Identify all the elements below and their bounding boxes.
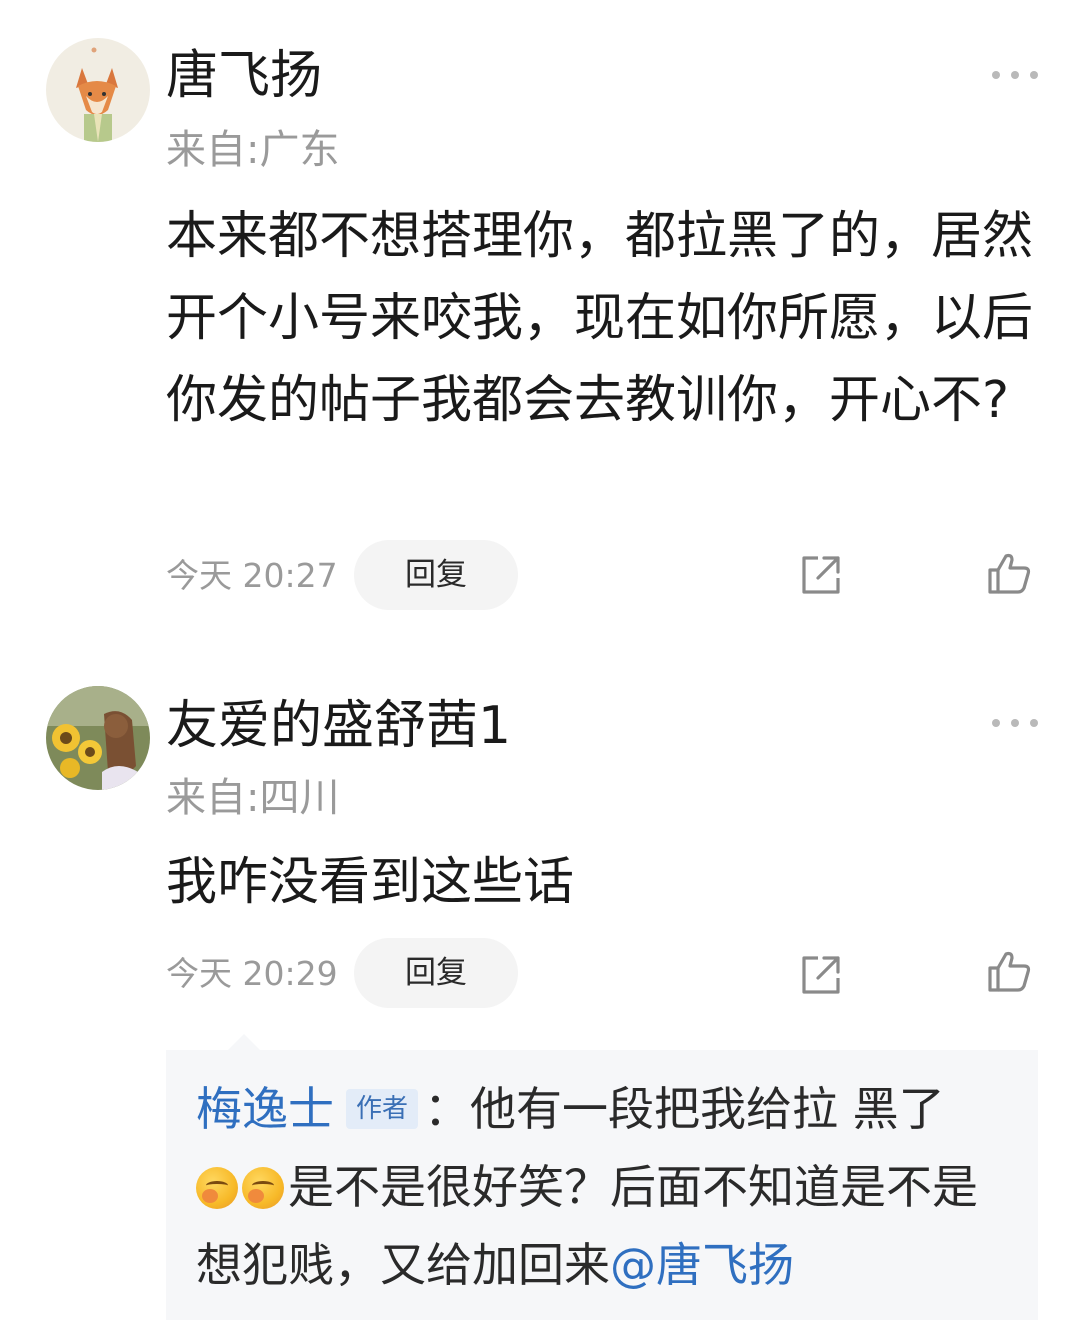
covering-mouth-laugh-emoji-icon xyxy=(242,1167,284,1209)
avatar[interactable] xyxy=(46,686,150,790)
mention-link[interactable]: @唐飞扬 xyxy=(610,1238,794,1292)
sub-reply-author[interactable]: 梅逸士 xyxy=(196,1082,334,1136)
quote-pointer xyxy=(228,1034,260,1050)
reply-button[interactable]: 回复 xyxy=(354,938,518,1008)
author-badge: 作者 xyxy=(346,1089,419,1129)
comment-text: 我咋没看到这些话 xyxy=(166,853,575,912)
sub-reply-text-before: 他有一段把我给拉 黑了 xyxy=(470,1082,945,1136)
sunflower-girl-avatar-image xyxy=(46,686,150,790)
sub-reply-text-after: 是不是很好笑？后面不知道是不是想犯贱，又给加回来 xyxy=(196,1160,978,1292)
share-icon[interactable] xyxy=(798,952,844,998)
reply-button[interactable]: 回复 xyxy=(354,540,518,610)
comment-item: 唐飞扬 来自:广东 本来都不想搭理你，都拉黑了的，居然开个小号来咬我，现在如你所… xyxy=(0,0,1084,640)
location-label: 来自:四川 xyxy=(166,775,340,821)
fox-avatar-image xyxy=(46,38,150,142)
username[interactable]: 唐飞扬 xyxy=(166,44,322,108)
timestamp: 今天 20:29 xyxy=(166,954,338,993)
like-icon[interactable] xyxy=(986,948,1032,994)
more-options-icon[interactable] xyxy=(992,70,1038,80)
covering-mouth-laugh-emoji-icon xyxy=(196,1167,238,1209)
more-options-icon[interactable] xyxy=(992,718,1038,728)
sub-reply-separator: ： xyxy=(424,1082,471,1136)
like-icon[interactable] xyxy=(986,550,1032,596)
location-label: 来自:广东 xyxy=(166,127,340,173)
username[interactable]: 友爱的盛舒茜1 xyxy=(166,694,511,758)
sub-reply: 梅逸士 作者 ：他有一段把我给拉 黑了是不是很好笑？后面不知道是不是想犯贱，又给加回… xyxy=(196,1070,1006,1304)
avatar[interactable] xyxy=(46,38,150,142)
timestamp: 今天 20:27 xyxy=(166,556,338,595)
comment-text: 本来都不想搭理你，都拉黑了的，居然开个小号来咬我，现在如你所愿，以后你发的帖子我… xyxy=(166,207,1034,430)
share-icon[interactable] xyxy=(798,552,844,598)
